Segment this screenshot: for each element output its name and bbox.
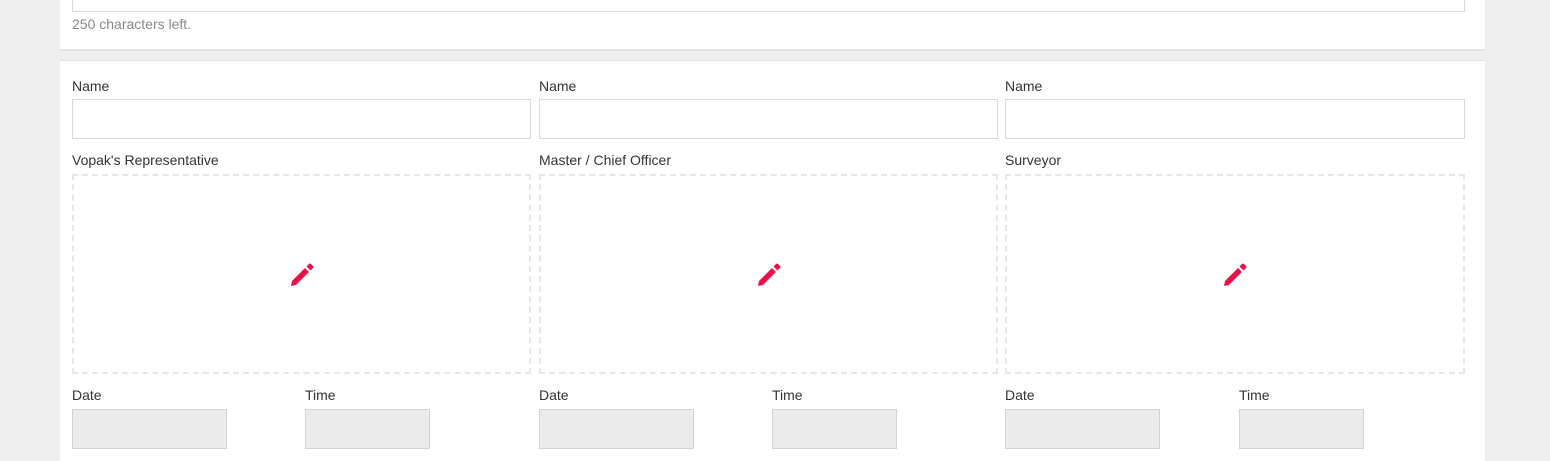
role-label: Master / Chief Officer	[539, 152, 672, 168]
vopak-time-input[interactable]	[305, 409, 430, 449]
surveyor-name-input[interactable]	[1005, 99, 1465, 139]
date-label: Date	[72, 387, 102, 403]
name-label: Name	[539, 78, 577, 94]
vopak-date-input[interactable]	[72, 409, 227, 449]
master-signature-pad[interactable]	[539, 174, 998, 374]
time-label: Time	[772, 387, 803, 403]
remarks-panel: 250 characters left.	[60, 0, 1485, 51]
time-label: Time	[1239, 387, 1270, 403]
characters-left-counter: 250 characters left.	[72, 16, 192, 32]
remarks-textarea[interactable]	[72, 0, 1465, 12]
name-label: Name	[1005, 78, 1043, 94]
surveyor-date-input[interactable]	[1005, 409, 1160, 449]
signature-column-vopak: Name Vopak's Representative Date Time	[72, 61, 532, 461]
surveyor-signature-pad[interactable]	[1005, 174, 1465, 374]
vopak-name-input[interactable]	[72, 99, 531, 139]
role-label: Vopak's Representative	[72, 152, 219, 168]
pencil-icon	[1222, 261, 1248, 287]
date-label: Date	[539, 387, 569, 403]
signatures-panel: Name Vopak's Representative Date Time Na…	[60, 60, 1485, 461]
role-label: Surveyor	[1005, 152, 1062, 168]
name-label: Name	[72, 78, 110, 94]
master-date-input[interactable]	[539, 409, 694, 449]
signature-column-master: Name Master / Chief Officer Date Time	[539, 61, 999, 461]
pencil-icon	[756, 261, 782, 287]
signature-column-surveyor: Name Surveyor Date Time	[1005, 61, 1465, 461]
surveyor-time-input[interactable]	[1239, 409, 1364, 449]
master-time-input[interactable]	[772, 409, 897, 449]
pencil-icon	[289, 261, 315, 287]
date-label: Date	[1005, 387, 1035, 403]
time-label: Time	[305, 387, 336, 403]
master-name-input[interactable]	[539, 99, 998, 139]
vopak-signature-pad[interactable]	[72, 174, 531, 374]
